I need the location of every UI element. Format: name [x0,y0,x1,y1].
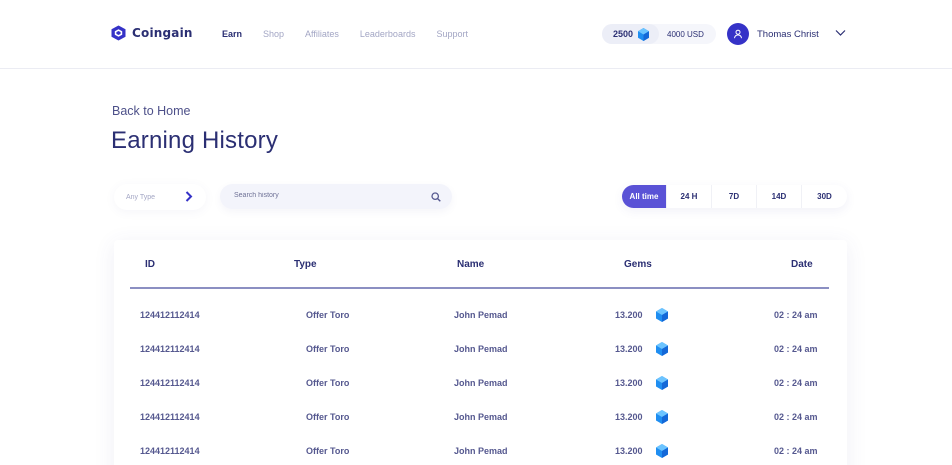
type-filter-select[interactable]: Any Type [114,184,206,210]
tab-all-time[interactable]: All time [622,185,667,208]
page-title: Earning History [111,127,279,154]
cell-type: Offer Toro [306,378,350,388]
cell-type: Offer Toro [306,344,350,354]
cell-id: 124412112414 [140,378,200,388]
table-header-divider [130,287,829,289]
avatar[interactable] [727,23,749,45]
balance-pill[interactable]: 2500 4000 USD [602,24,716,44]
cell-type: Offer Toro [306,412,350,422]
gem-icon [656,308,668,322]
cell-gems: 13.200 [615,344,643,354]
cell-name: John Pemad [454,378,508,388]
cell-date: 02 : 24 am [774,378,818,388]
search-input[interactable] [234,192,414,199]
top-navbar: Coingain Earn Shop Affiliates Leaderboar… [0,0,952,69]
gem-balance-value: 2500 [613,29,634,39]
cell-name: John Pemad [454,310,508,320]
gem-balance: 2500 [602,24,659,44]
cell-type: Offer Toro [306,310,350,320]
cell-id: 124412112414 [140,446,200,456]
main-nav: Earn Shop Affiliates Leaderboards Suppor… [222,29,489,39]
cell-name: John Pemad [454,446,508,456]
cell-date: 02 : 24 am [774,344,818,354]
nav-item-affiliates[interactable]: Affiliates [305,29,339,39]
column-header-id[interactable]: ID [145,259,155,270]
cell-date: 02 : 24 am [774,446,818,456]
user-name[interactable]: Thomas Christ [757,29,819,40]
cell-type: Offer Toro [306,446,350,456]
cell-date: 02 : 24 am [774,412,818,422]
nav-item-shop[interactable]: Shop [263,29,284,39]
back-to-home-link[interactable]: Back to Home [112,104,191,118]
usd-balance: 4000 USD [667,29,704,39]
tab-30d[interactable]: 30D [802,185,847,208]
column-header-gems[interactable]: Gems [624,259,652,270]
cell-date: 02 : 24 am [774,310,818,320]
column-header-type[interactable]: Type [294,259,317,270]
brand-name: Coingain [132,26,193,40]
nav-item-support[interactable]: Support [436,29,468,39]
gem-icon [656,342,668,356]
cell-gems: 13.200 [615,378,643,388]
cell-gems: 13.200 [615,310,643,320]
cell-id: 124412112414 [140,344,200,354]
column-header-date[interactable]: Date [791,259,813,270]
search-icon[interactable] [431,192,441,202]
cell-gems: 13.200 [615,446,643,456]
user-icon [734,29,742,39]
cell-name: John Pemad [454,412,508,422]
nav-item-leaderboards[interactable]: Leaderboards [360,29,416,39]
chevron-right-icon [185,191,193,202]
brand-logo[interactable]: Coingain [111,25,193,41]
type-filter-label: Any Type [126,193,156,201]
time-range-tabs: All time 24 H 7D 14D 30D [622,185,847,208]
tab-14d[interactable]: 14D [757,185,802,208]
gem-icon [656,410,668,424]
gem-icon [656,376,668,390]
tab-7d[interactable]: 7D [712,185,757,208]
tab-24h[interactable]: 24 H [667,185,712,208]
gem-icon [656,444,668,458]
search-box [220,184,452,209]
nav-item-earn[interactable]: Earn [222,29,242,39]
cell-name: John Pemad [454,344,508,354]
chevron-down-icon[interactable] [835,29,846,37]
logo-cube-icon [111,25,126,41]
cell-id: 124412112414 [140,412,200,422]
cell-id: 124412112414 [140,310,200,320]
column-header-name[interactable]: Name [457,259,484,270]
cell-gems: 13.200 [615,412,643,422]
gem-icon [638,27,650,41]
